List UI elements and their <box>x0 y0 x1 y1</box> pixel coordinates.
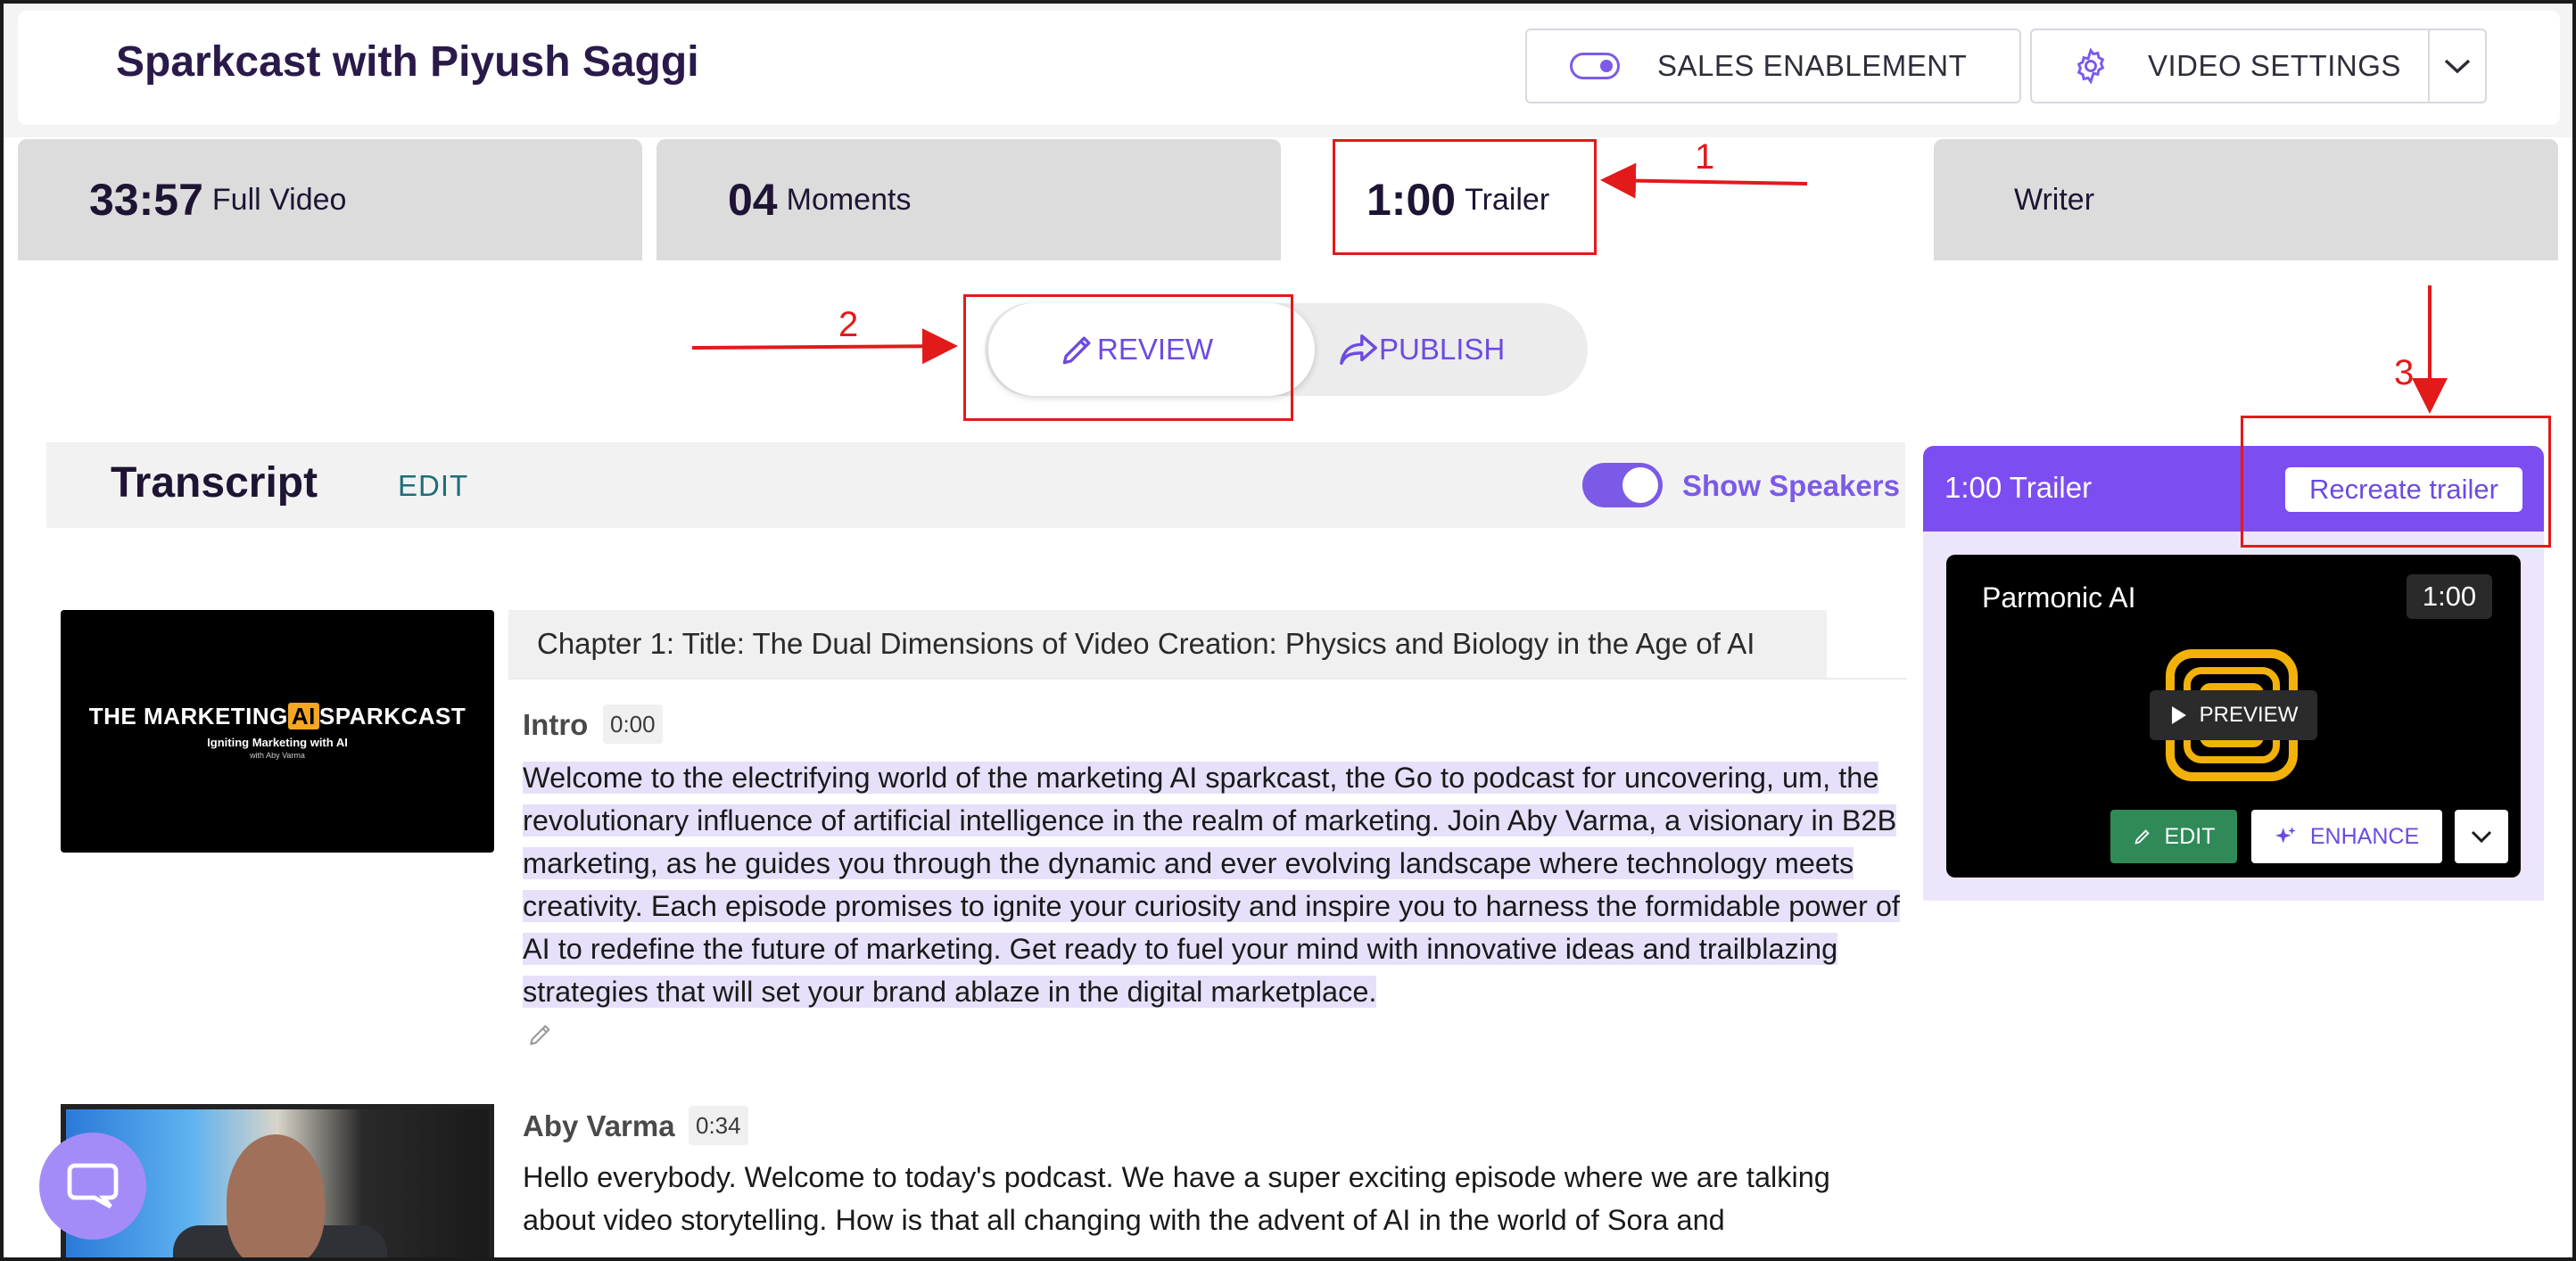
transcript-paragraph[interactable]: Welcome to the electrifying world of the… <box>523 756 1907 1013</box>
chapter-title: Chapter 1: Title: The Dual Dimensions of… <box>508 610 1827 678</box>
trailer-more-dropdown[interactable] <box>2455 810 2508 863</box>
intro-thumbnail[interactable]: THE MARKETING AI SPARKCAST Igniting Market… <box>61 610 494 853</box>
tab-label: Writer <box>2014 182 2095 217</box>
speaker-name: Intro <box>523 708 589 741</box>
podcast-byline: with Aby Varma <box>250 751 305 760</box>
timestamp[interactable]: 0:34 <box>689 1106 748 1145</box>
trailer-edit-button[interactable]: EDIT <box>2110 810 2237 863</box>
enhance-label: ENHANCE <box>2309 823 2420 849</box>
transcript-edit-button[interactable]: EDIT <box>398 469 468 503</box>
publish-button[interactable]: PUBLISH <box>1338 303 1579 396</box>
tab-label: Moments <box>786 182 912 217</box>
speaker-face <box>227 1134 325 1261</box>
publish-label: PUBLISH <box>1379 333 1506 366</box>
video-settings-button[interactable]: VIDEO SETTINGS <box>2030 29 2430 103</box>
preview-button[interactable]: PREVIEW <box>2150 690 2317 740</box>
tab-number: 33:57 <box>89 175 203 225</box>
preview-label: PREVIEW <box>2199 703 2299 727</box>
sparkle-icon <box>2275 827 2296 844</box>
page-title: Sparkcast with Piyush Saggi <box>116 38 699 86</box>
annotation-box-trailer-tab <box>1333 139 1597 255</box>
annotation-box-recreate <box>2241 416 2551 548</box>
sales-enablement-label: SALES ENABLEMENT <box>1657 49 1968 82</box>
podcast-logo: THE MARKETING AI SPARKCAST <box>88 703 466 729</box>
annotation-box-review <box>963 294 1293 421</box>
trailer-duration-badge: 1:00 <box>2407 574 2492 619</box>
trailer-card-title: Parmonic AI <box>1982 581 2136 614</box>
pencil-icon <box>2134 829 2150 845</box>
annotation-number: 1 <box>1695 137 1715 177</box>
video-settings-label: VIDEO SETTINGS <box>2148 49 2401 82</box>
chat-icon <box>67 1163 119 1209</box>
speaker-name: Aby Varma <box>523 1109 675 1142</box>
video-settings-dropdown-button[interactable] <box>2428 29 2487 103</box>
transcript-paragraph[interactable]: Hello everybody. Welcome to today's podc… <box>523 1156 1907 1241</box>
chevron-down-icon <box>2442 56 2473 76</box>
chapter-divider <box>508 678 1907 680</box>
tab-full-video[interactable]: 33:57 Full Video <box>18 139 642 260</box>
tab-number: 04 <box>728 175 778 225</box>
edit-paragraph-icon[interactable] <box>526 1020 555 1053</box>
share-arrow-icon <box>1340 334 1377 366</box>
tab-moments[interactable]: 04 Moments <box>656 139 1281 260</box>
sales-enablement-button[interactable]: SALES ENABLEMENT <box>1525 29 2021 103</box>
gear-icon <box>2071 46 2110 86</box>
show-speakers-label: Show Speakers <box>1682 469 1900 502</box>
trailer-panel-title: 1:00 Trailer <box>1944 471 2093 504</box>
podcast-tagline: Igniting Marketing with AI <box>207 736 348 749</box>
enhance-button[interactable]: ENHANCE <box>2251 810 2442 863</box>
timestamp[interactable]: 0:00 <box>603 705 663 744</box>
annotation-number: 2 <box>838 305 859 344</box>
show-speakers-switch[interactable] <box>1582 463 1663 507</box>
trailer-edit-label: EDIT <box>2164 823 2216 849</box>
chat-support-button[interactable] <box>39 1133 146 1240</box>
toggle-icon <box>1570 53 1620 79</box>
tab-writer[interactable]: Writer <box>1934 139 2558 260</box>
transcript-title: Transcript <box>111 459 318 507</box>
chevron-down-icon <box>2471 830 2492 844</box>
tab-label: Full Video <box>211 182 347 217</box>
annotation-number: 3 <box>2394 353 2415 392</box>
play-icon <box>2171 706 2186 724</box>
